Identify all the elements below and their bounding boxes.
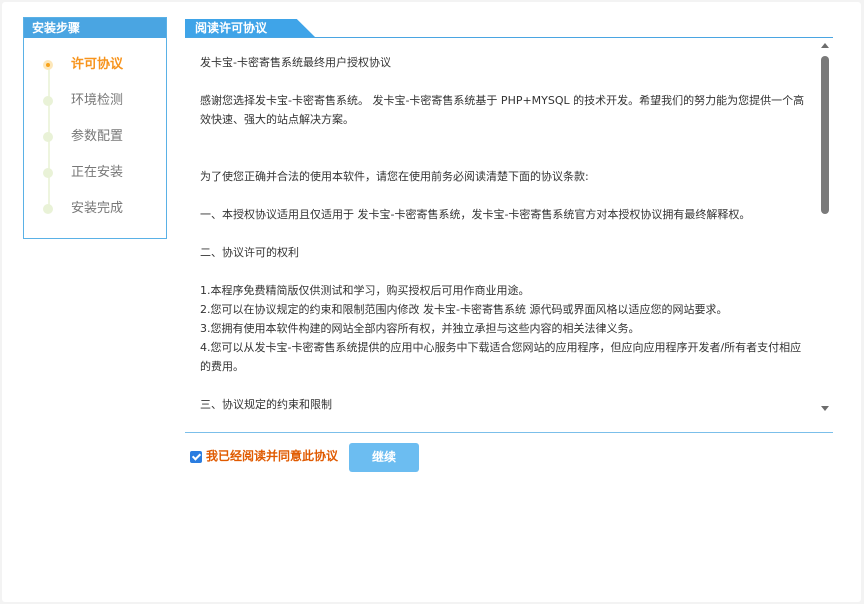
step-complete: 安装完成 — [24, 199, 164, 219]
license-item: 3.您拥有使用本软件构建的网站全部内容所有权，并独立承担与这些内容的相关法律义务… — [200, 322, 640, 335]
step-label: 参数配置 — [71, 129, 124, 144]
agree-checkbox[interactable] — [190, 451, 202, 463]
step-label: 许可协议 — [71, 57, 124, 72]
step-installing: 正在安装 — [24, 163, 164, 183]
continue-button[interactable]: 继续 — [349, 443, 419, 472]
scroll-down-arrow-icon[interactable] — [821, 406, 829, 411]
step-dot-icon — [43, 168, 53, 178]
license-title: 发卡宝-卡密寄售系统最终用户授权协议 — [200, 56, 391, 69]
install-steps-panel: 安装步骤 许可协议 环境检测 参数配置 正在安装 安装完成 — [23, 17, 167, 239]
license-notice: 为了使您正确并合法的使用本软件，请您在使用前务必阅读清楚下面的协议条款: — [200, 170, 589, 183]
license-section-1: 一、本授权协议适用且仅适用于 发卡宝-卡密寄售系统，发卡宝-卡密寄售系统官方对本… — [200, 208, 751, 221]
step-environment-check: 环境检测 — [24, 91, 164, 111]
license-section-3-title: 三、协议规定的约束和限制 — [200, 398, 332, 411]
tab-read-license: 阅读许可协议 — [185, 19, 315, 37]
agreement-tab-bar: 阅读许可协议 — [185, 19, 833, 38]
step-dot-icon — [43, 132, 53, 142]
license-text-area[interactable]: 发卡宝-卡密寄售系统最终用户授权协议 感谢您选择发卡宝-卡密寄售系统。 发卡宝-… — [185, 38, 833, 416]
step-dot-icon — [43, 96, 53, 106]
step-label: 正在安装 — [71, 165, 124, 180]
steps-title: 安装步骤 — [24, 18, 166, 38]
step-label: 安装完成 — [71, 201, 124, 216]
step-dot-icon — [43, 204, 53, 214]
license-item: 4.您可以从发卡宝-卡密寄售系统提供的应用中心服务中下载适合您网站的应用程序，但… — [200, 341, 802, 373]
agree-label[interactable]: 我已经阅读并同意此协议 — [206, 445, 338, 467]
step-license: 许可协议 — [24, 55, 164, 75]
step-label: 环境检测 — [71, 93, 124, 108]
step-current-dot-icon — [43, 60, 53, 70]
divider — [185, 432, 833, 433]
license-section-2-title: 二、协议许可的权利 — [200, 246, 299, 259]
license-item: 1.本程序免费精简版仅供测试和学习，购买授权后可用作商业用途。 — [200, 284, 530, 297]
license-intro: 感谢您选择发卡宝-卡密寄售系统。 发卡宝-卡密寄售系统基于 PHP+MYSQL … — [200, 94, 805, 126]
license-text: 发卡宝-卡密寄售系统最终用户授权协议 感谢您选择发卡宝-卡密寄售系统。 发卡宝-… — [200, 53, 805, 414]
scroll-thumb[interactable] — [821, 56, 829, 214]
license-item: 2.您可以在协议规定的约束和限制范围内修改 发卡宝-卡密寄售系统 源代码或界面风… — [200, 303, 728, 316]
scroll-up-arrow-icon[interactable] — [821, 43, 829, 48]
license-scrollbar[interactable] — [817, 40, 833, 415]
step-config: 参数配置 — [24, 127, 164, 147]
